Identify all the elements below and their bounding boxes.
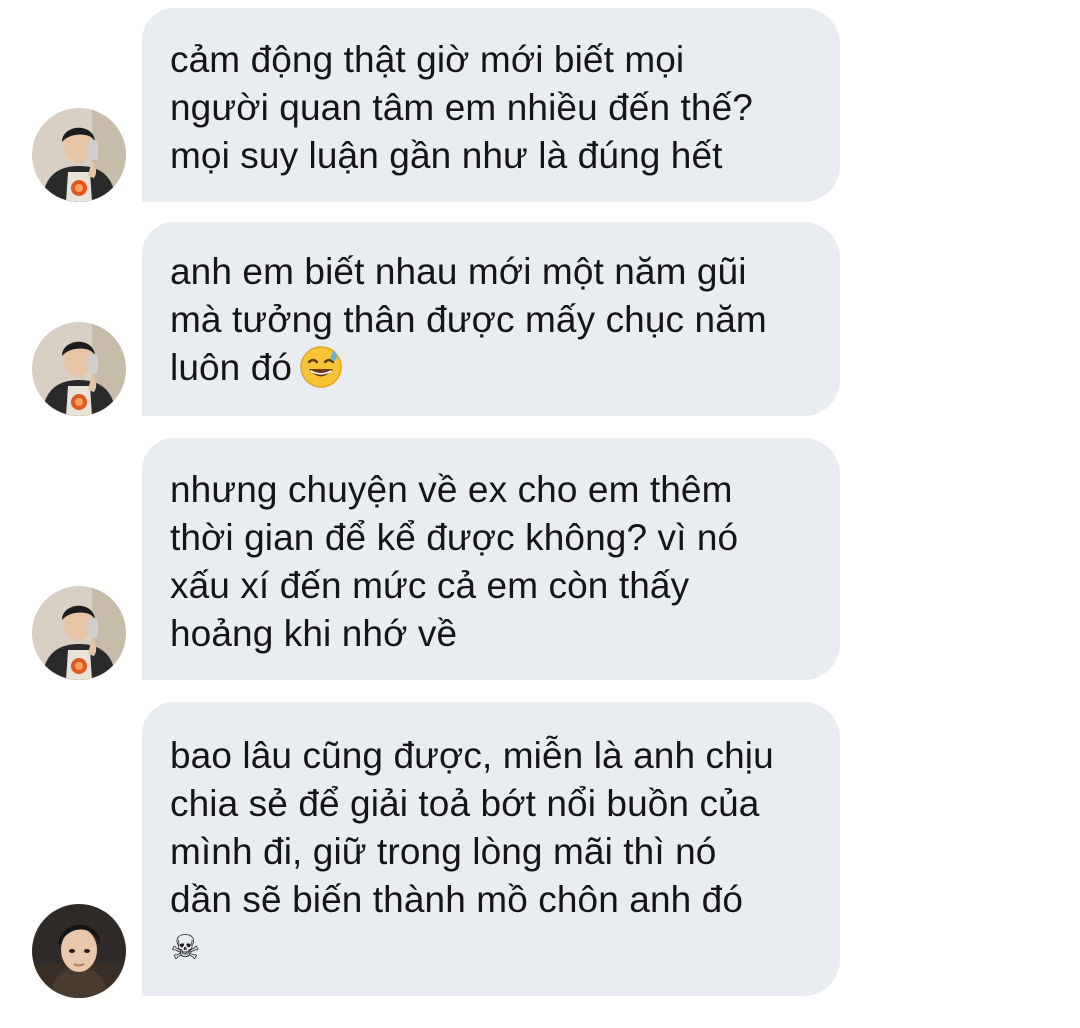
message-text: anh em biết nhau mới một năm gũi mà tưởn… [170, 251, 767, 388]
skull-crossbones-icon: ☠ [170, 928, 201, 968]
message-bubble[interactable]: cảm động thật giờ mới biết mọi người qua… [142, 8, 840, 202]
message-text: bao lâu cũng được, miễn là anh chịu chia… [170, 735, 774, 920]
message-bubble[interactable]: nhưng chuyện về ex cho em thêm thời gian… [142, 438, 840, 680]
user-avatar-icon[interactable] [32, 904, 126, 998]
message-text: nhưng chuyện về ex cho em thêm thời gian… [170, 469, 739, 654]
friend-avatar-icon[interactable] [32, 322, 126, 416]
message-bubble[interactable]: anh em biết nhau mới một năm gũi mà tưởn… [142, 222, 840, 416]
message-text: cảm động thật giờ mới biết mọi người qua… [170, 39, 753, 176]
sweat-smile-emoji-icon [300, 346, 342, 388]
friend-avatar-icon[interactable] [32, 108, 126, 202]
friend-avatar-icon[interactable] [32, 586, 126, 680]
message-bubble[interactable]: bao lâu cũng được, miễn là anh chịu chia… [142, 702, 840, 996]
